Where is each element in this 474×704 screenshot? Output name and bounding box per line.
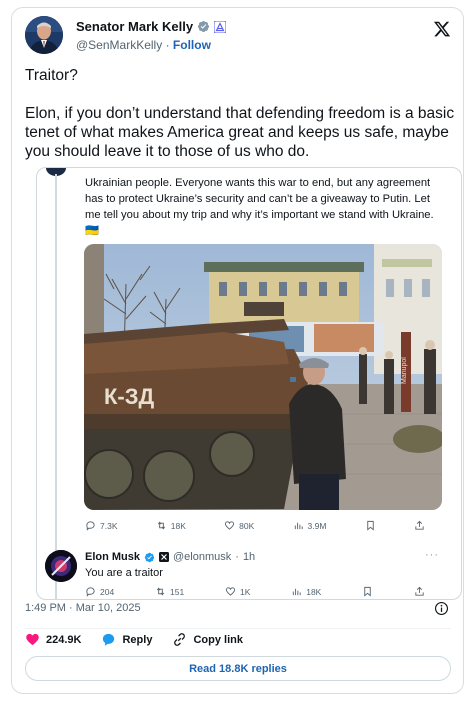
quoted-tweet-text: Ukrainian people. Everyone wants this wa… (85, 177, 434, 237)
reply-reply-count: 204 (100, 586, 115, 597)
thread-line (55, 174, 57, 599)
share-icon (415, 586, 424, 596)
more-options-icon[interactable]: ··· (425, 549, 439, 561)
chat-bubble-icon (103, 633, 115, 646)
reply-views-count: 18K (306, 586, 322, 597)
reply-reply-button[interactable]: 204 (85, 586, 114, 597)
author-handle-row: @SenMarkKelly · Follow (76, 38, 211, 52)
quoted-reply-button[interactable]: 7.3K (85, 520, 118, 531)
bookmark-icon (367, 520, 374, 531)
read-replies-button[interactable]: Read 18.8K replies (25, 656, 451, 681)
quoted-like-button[interactable]: 80K (224, 520, 254, 531)
like-button[interactable]: 224.9K (25, 632, 81, 647)
x-logo-icon[interactable] (433, 20, 451, 38)
x-affiliate-badge-icon (159, 552, 170, 562)
reply-text: You are a traitor (85, 567, 163, 579)
reply-repost-count: 151 (170, 586, 185, 597)
link-icon (174, 633, 186, 646)
reply-icon (86, 587, 95, 597)
share-icon (415, 520, 424, 530)
reply-author-name[interactable]: Elon Musk (85, 551, 140, 563)
like-icon (225, 521, 235, 530)
tweet-timestamp[interactable]: 1:49 PM · Mar 10, 2025 (25, 602, 141, 614)
copy-link-button[interactable]: Copy link (172, 632, 243, 647)
reply-repost-button[interactable]: 151 (155, 586, 184, 597)
like-count: 224.9K (46, 633, 82, 646)
quoted-repost-count: 18K (170, 520, 186, 531)
verified-badge-icon (197, 20, 210, 33)
separator-dot: · (235, 551, 239, 563)
quoted-reply-count: 7.3K (100, 520, 118, 531)
reply-bookmark-button[interactable] (362, 586, 373, 597)
bookmark-icon (364, 586, 371, 597)
heart-icon (26, 633, 39, 646)
quoted-repost-button[interactable]: 18K (156, 520, 186, 531)
reply-name-row: Elon Musk @elonmusk · 1h (85, 551, 255, 563)
info-icon[interactable] (434, 601, 449, 616)
like-icon (225, 587, 236, 596)
tweet-header: Senator Mark Kelly @SenMarkKelly · Follo… (25, 16, 451, 58)
government-badge-icon (214, 20, 227, 33)
reply-share-button[interactable] (414, 586, 425, 597)
quoted-tweet-photo[interactable]: Mariupol К-ЗД (84, 244, 442, 510)
quoted-views-count: 3.9M (307, 520, 327, 531)
reply-like-button[interactable]: 1K (225, 586, 250, 597)
reply-author-handle[interactable]: @elonmusk (173, 551, 231, 563)
verified-badge-icon (144, 552, 155, 562)
tweet-text: Traitor? Elon, if you don’t understand t… (25, 67, 455, 160)
follow-button[interactable]: Follow (173, 38, 211, 52)
quoted-tweet-actions: 7.3K 18K 80K 3.9M (85, 520, 425, 531)
author-avatar[interactable] (25, 16, 63, 54)
reply-button[interactable]: Reply (101, 632, 152, 647)
author-name[interactable]: Senator Mark Kelly (76, 19, 193, 34)
quoted-thread[interactable]: Ukrainian people. Everyone wants this wa… (36, 167, 462, 600)
reply-author-avatar[interactable] (45, 550, 77, 582)
reply-time[interactable]: 1h (243, 551, 255, 563)
reply-actions: 204 151 1K 18K (85, 586, 425, 597)
reply-views-button[interactable]: 18K (291, 586, 321, 597)
separator-dot: · (165, 38, 170, 52)
engagement-bar: 224.9K Reply Copy link (25, 632, 243, 647)
repost-icon (157, 521, 165, 530)
reply-like-count: 1K (240, 586, 251, 597)
mariupol-sign: Mariupol (401, 357, 408, 384)
quoted-bookmark-button[interactable] (365, 520, 376, 531)
quoted-like-count: 80K (239, 520, 255, 531)
reply-icon (86, 521, 95, 531)
quoted-share-button[interactable] (414, 520, 425, 531)
reply-label: Reply (122, 633, 153, 646)
repost-icon (156, 587, 165, 596)
divider (25, 628, 451, 629)
tank-graffiti: К-ЗД (104, 384, 155, 409)
views-icon (294, 522, 303, 530)
quoted-views-button[interactable]: 3.9M (293, 520, 327, 531)
views-icon (293, 588, 301, 596)
copy-link-label: Copy link (193, 633, 243, 646)
author-name-row: Senator Mark Kelly (76, 19, 227, 34)
author-handle[interactable]: @SenMarkKelly (76, 38, 162, 52)
tweet-card: Senator Mark Kelly @SenMarkKelly · Follo… (11, 7, 464, 694)
